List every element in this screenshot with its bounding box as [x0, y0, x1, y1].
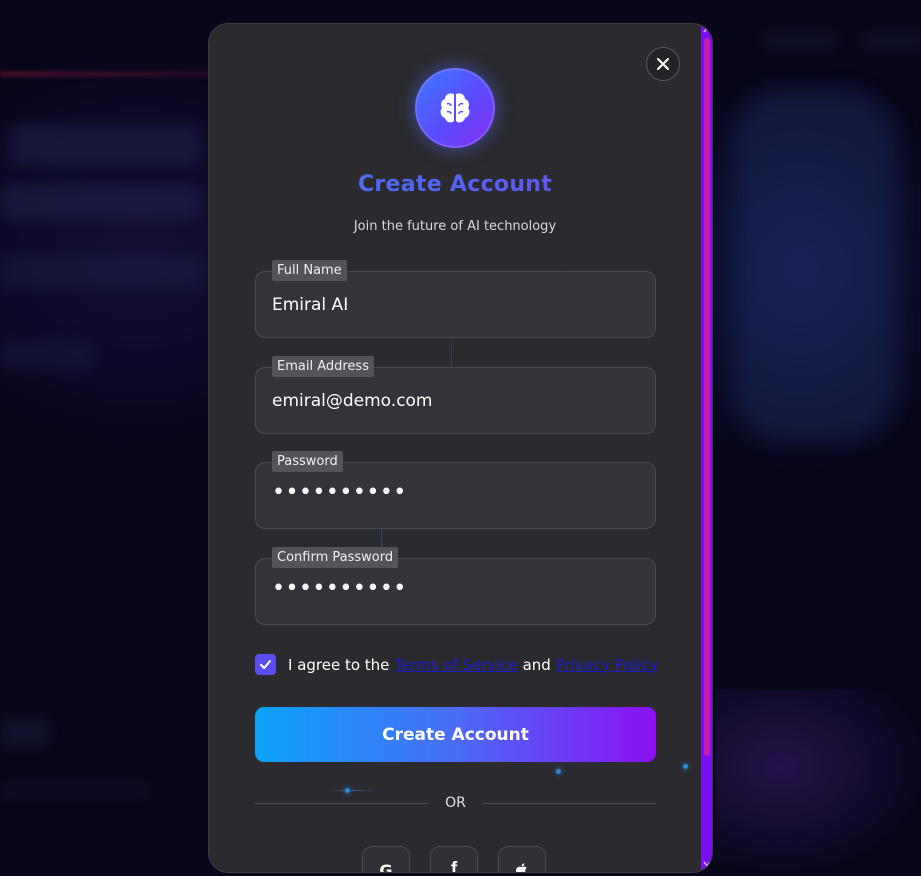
background-robot-illustration	[735, 90, 895, 440]
scroll-down-arrow[interactable]	[701, 858, 712, 870]
full-name-field[interactable]: Full Name Emiral AI	[255, 260, 656, 338]
modal-title: Create Account	[209, 172, 701, 197]
modal-content: Create Account Join the future of AI tec…	[209, 24, 701, 872]
terms-checkbox[interactable]	[255, 654, 276, 675]
terms-prefix: I agree to the	[288, 655, 390, 674]
google-signin-button[interactable]: G	[362, 846, 410, 873]
brain-icon	[440, 93, 470, 123]
background-heading-blur	[0, 185, 200, 219]
password-input[interactable]: ••••••••••	[272, 459, 407, 526]
particle-dot	[683, 764, 688, 769]
apple-signin-button[interactable]	[498, 846, 546, 872]
full-name-input[interactable]: Emiral AI	[272, 271, 348, 338]
background-heading-blur	[10, 125, 200, 165]
close-button[interactable]	[646, 47, 680, 81]
confirm-password-input[interactable]: ••••••••••	[272, 555, 407, 622]
email-field[interactable]: Email Address emiral@demo.com	[255, 356, 656, 434]
terms-agreement: I agree to the Terms of Service and Priv…	[255, 654, 658, 675]
password-field[interactable]: Password ••••••••••	[255, 451, 656, 529]
or-divider: OR	[255, 794, 656, 814]
background-text-blur	[0, 780, 150, 802]
google-icon: G	[379, 860, 393, 873]
particle-dot	[556, 769, 561, 774]
background-glow	[715, 690, 921, 876]
close-icon	[657, 58, 669, 70]
terms-middle: and	[522, 655, 551, 674]
particle-dot	[345, 788, 350, 793]
background-nav-blur	[860, 30, 921, 52]
facebook-signin-button[interactable]: f	[430, 846, 478, 873]
modal-scrollbar[interactable]	[701, 24, 712, 872]
checkmark-icon	[260, 660, 271, 669]
modal-subtitle: Join the future of AI technology	[353, 219, 557, 234]
privacy-policy-link[interactable]: Privacy Policy	[556, 656, 658, 674]
background-button-blur	[0, 340, 95, 370]
apple-icon	[516, 863, 527, 872]
terms-of-service-link[interactable]: Terms of Service	[394, 656, 518, 674]
chevron-up-icon	[703, 27, 711, 33]
background-text-blur	[0, 255, 205, 289]
particle-trail	[329, 790, 379, 791]
background-stripe	[0, 72, 230, 76]
brain-logo	[415, 68, 495, 148]
email-input[interactable]: emiral@demo.com	[272, 367, 433, 434]
scrollbar-thumb[interactable]	[704, 38, 710, 756]
scroll-up-arrow[interactable]	[701, 24, 712, 36]
confirm-password-field[interactable]: Confirm Password ••••••••••	[255, 547, 656, 625]
create-account-modal: Create Account Join the future of AI tec…	[208, 23, 713, 873]
background-nav-blur	[760, 30, 840, 52]
facebook-icon: f	[450, 859, 458, 873]
create-account-button[interactable]: Create Account	[255, 707, 656, 762]
background-card-blur	[0, 718, 50, 748]
chevron-down-icon	[703, 861, 711, 867]
divider-label: OR	[445, 795, 466, 811]
